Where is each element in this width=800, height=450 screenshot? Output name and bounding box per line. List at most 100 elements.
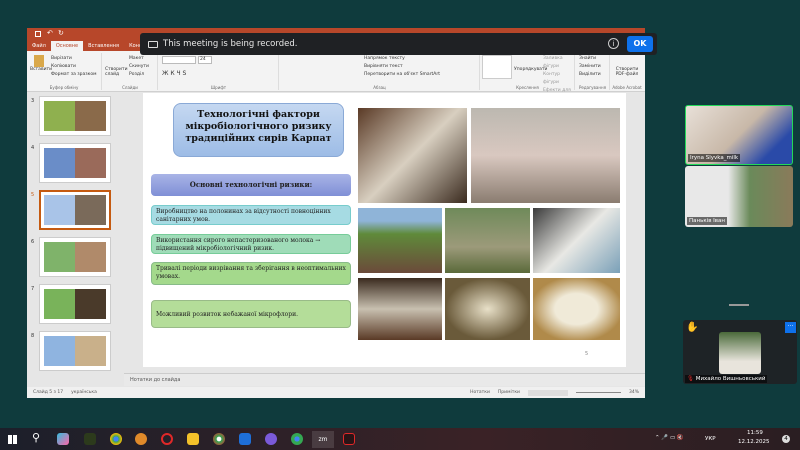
- sheep-flock-photo: [444, 207, 531, 274]
- chrome-profile-icon[interactable]: [291, 433, 303, 445]
- copy-button[interactable]: Копіювати: [51, 63, 97, 71]
- drawing-group: Упорядкувати Заливка фігури Контур фігур…: [481, 53, 575, 101]
- ok-button[interactable]: OK: [627, 36, 653, 52]
- view-buttons[interactable]: [527, 389, 568, 396]
- slide-title[interactable]: Технологічні фактори мікробіологічного р…: [173, 103, 344, 157]
- shapes-gallery[interactable]: [482, 55, 512, 79]
- participant-video-active[interactable]: Iryna Slyvka_milk: [685, 105, 793, 165]
- search-icon[interactable]: ⚲: [32, 431, 40, 444]
- taskbar: ⚲ zm ⌃ 🎤 ▭ 🔇 УКР 11:59 12.12.2025 4: [0, 428, 800, 450]
- self-name: 🎙 Михайло Вишньовський: [685, 375, 768, 383]
- tab-insert[interactable]: Вставлення: [83, 41, 124, 51]
- tray-icons[interactable]: ⌃ 🎤 ▭ 🔇: [655, 435, 684, 441]
- paste-button[interactable]: Вставити: [30, 55, 52, 72]
- copilot-icon[interactable]: [57, 433, 69, 445]
- info-icon[interactable]: i: [608, 38, 619, 49]
- risk-item[interactable]: Використання сирого непастеризованого мо…: [151, 234, 351, 254]
- slide-thumbnails-pane: 3 4 5 6 7 8: [27, 92, 120, 375]
- chrome-icon[interactable]: [110, 433, 122, 445]
- zoom-slider[interactable]: [575, 392, 621, 393]
- risk-item[interactable]: Виробництво на полонинах за відсутності …: [151, 205, 351, 225]
- zoom-app-icon[interactable]: zm: [312, 431, 334, 448]
- recording-message: This meeting is being recorded.: [163, 39, 298, 49]
- font-style-buttons[interactable]: Ж К Ч S: [162, 70, 186, 77]
- comments-button[interactable]: Примітки: [498, 390, 520, 395]
- shepherds-photo: [357, 207, 443, 274]
- participant-name: Iryna Slyvka_milk: [688, 154, 741, 162]
- chrome-profile-icon[interactable]: [213, 433, 225, 445]
- slide-thumbnail[interactable]: [39, 284, 111, 324]
- font-name-select[interactable]: [162, 56, 196, 64]
- new-slide-button[interactable]: Створити слайд: [105, 67, 128, 77]
- self-avatar: [719, 332, 761, 374]
- more-options-button[interactable]: ···: [785, 322, 796, 333]
- paragraph-group: Напрямок тексту Вирівняти текст Перетвор…: [280, 53, 480, 90]
- group-label: Слайди: [122, 85, 138, 90]
- find-button[interactable]: Знайти: [579, 55, 601, 63]
- panel-resize-handle[interactable]: [729, 304, 749, 306]
- outlook-icon[interactable]: [239, 433, 251, 445]
- section-button[interactable]: Розділ: [129, 71, 149, 79]
- notes-button[interactable]: Нотатки: [470, 390, 490, 395]
- font-size-select[interactable]: 24: [198, 56, 212, 64]
- recording-banner: This meeting is being recorded. i OK: [140, 33, 657, 55]
- slide-counter: Слайд 5 з 17: [33, 390, 64, 395]
- shape-fill-button[interactable]: Заливка фігури: [543, 55, 574, 71]
- language-indicator[interactable]: українська: [71, 390, 97, 395]
- app-icon[interactable]: [84, 433, 96, 445]
- participant-video[interactable]: Паньків Іван: [685, 166, 793, 227]
- clipboard-icon: [34, 55, 44, 67]
- redo-icon[interactable]: ↻: [58, 29, 64, 37]
- status-bar: Слайд 5 з 17 українська Нотатки Примітки…: [27, 387, 645, 398]
- editing-group: Знайти Замінити Виділити Редагування: [576, 53, 610, 90]
- participant-name: Паньків Іван: [687, 217, 728, 225]
- undo-icon[interactable]: ↶: [47, 29, 53, 37]
- slide-thumbnail[interactable]: [39, 331, 111, 371]
- save-icon[interactable]: [35, 31, 41, 37]
- self-name-text: Михайло Вишньовський: [695, 376, 766, 382]
- slide-thumbnail[interactable]: [39, 143, 111, 183]
- text-direction-button[interactable]: Напрямок тексту: [364, 55, 440, 63]
- slide-thumbnail[interactable]: [39, 96, 111, 136]
- create-pdf-button[interactable]: Створити PDF-файл: [613, 67, 641, 77]
- file-explorer-icon[interactable]: [187, 433, 199, 445]
- muted-mic-icon: 🎙: [687, 376, 694, 382]
- replace-button[interactable]: Замінити: [579, 63, 601, 71]
- acrobat-icon[interactable]: [343, 433, 355, 445]
- viber-icon[interactable]: [265, 433, 277, 445]
- slide-thumbnail[interactable]: [39, 237, 111, 277]
- zoom-level[interactable]: 34%: [629, 390, 639, 395]
- smartart-button[interactable]: Перетворити на об'єкт SmartArt: [364, 71, 440, 79]
- cut-button[interactable]: Вирізати: [51, 55, 97, 63]
- risk-item[interactable]: Тривалі періоди визрівання та зберігання…: [151, 262, 351, 285]
- thumb-number: 7: [31, 286, 35, 292]
- risk-item[interactable]: Можливий розвиток небажаної мікрофлори.: [151, 300, 351, 328]
- notes-pane[interactable]: Нотатки до слайда: [124, 373, 645, 386]
- ribbon: Вставити Вирізати Копіювати Формат за зр…: [27, 51, 645, 101]
- format-painter-button[interactable]: Формат за зразком: [51, 71, 97, 79]
- thumb-number: 3: [31, 98, 35, 104]
- font-group: 24 Ж К Ч S Шрифт: [159, 53, 279, 90]
- slide-page-number: 5: [585, 351, 589, 357]
- milk-pouring-photo: [532, 207, 621, 274]
- curd-photo: [444, 277, 531, 341]
- risks-heading[interactable]: Основні технологічні ризики:: [151, 174, 351, 196]
- align-text-button[interactable]: Вирівняти текст: [364, 63, 440, 71]
- opera-icon[interactable]: [161, 433, 173, 445]
- layout-button[interactable]: Макет: [129, 55, 149, 63]
- select-button[interactable]: Виділити: [579, 71, 601, 79]
- app-icon[interactable]: [135, 433, 147, 445]
- tab-home[interactable]: Основне: [50, 41, 84, 51]
- powerpoint-window: ↶ ↻ Файл Основне Вставлення Конструктор …: [27, 28, 645, 398]
- slide-canvas[interactable]: Технологічні фактори мікробіологічного р…: [143, 93, 626, 367]
- self-video-tile[interactable]: ✋ ··· 🎙 Михайло Вишньовський: [683, 320, 797, 384]
- start-icon[interactable]: [8, 435, 17, 444]
- notifications-badge[interactable]: 4: [782, 435, 790, 443]
- sheep-milking-photo: [357, 107, 468, 204]
- clock-time[interactable]: 11:59: [747, 430, 763, 436]
- clock-date[interactable]: 12.12.2025: [738, 439, 770, 445]
- slide-thumbnail-selected[interactable]: [39, 190, 111, 230]
- input-language[interactable]: УКР: [705, 436, 716, 442]
- reset-button[interactable]: Скинути: [129, 63, 149, 71]
- tab-file[interactable]: Файл: [27, 41, 51, 51]
